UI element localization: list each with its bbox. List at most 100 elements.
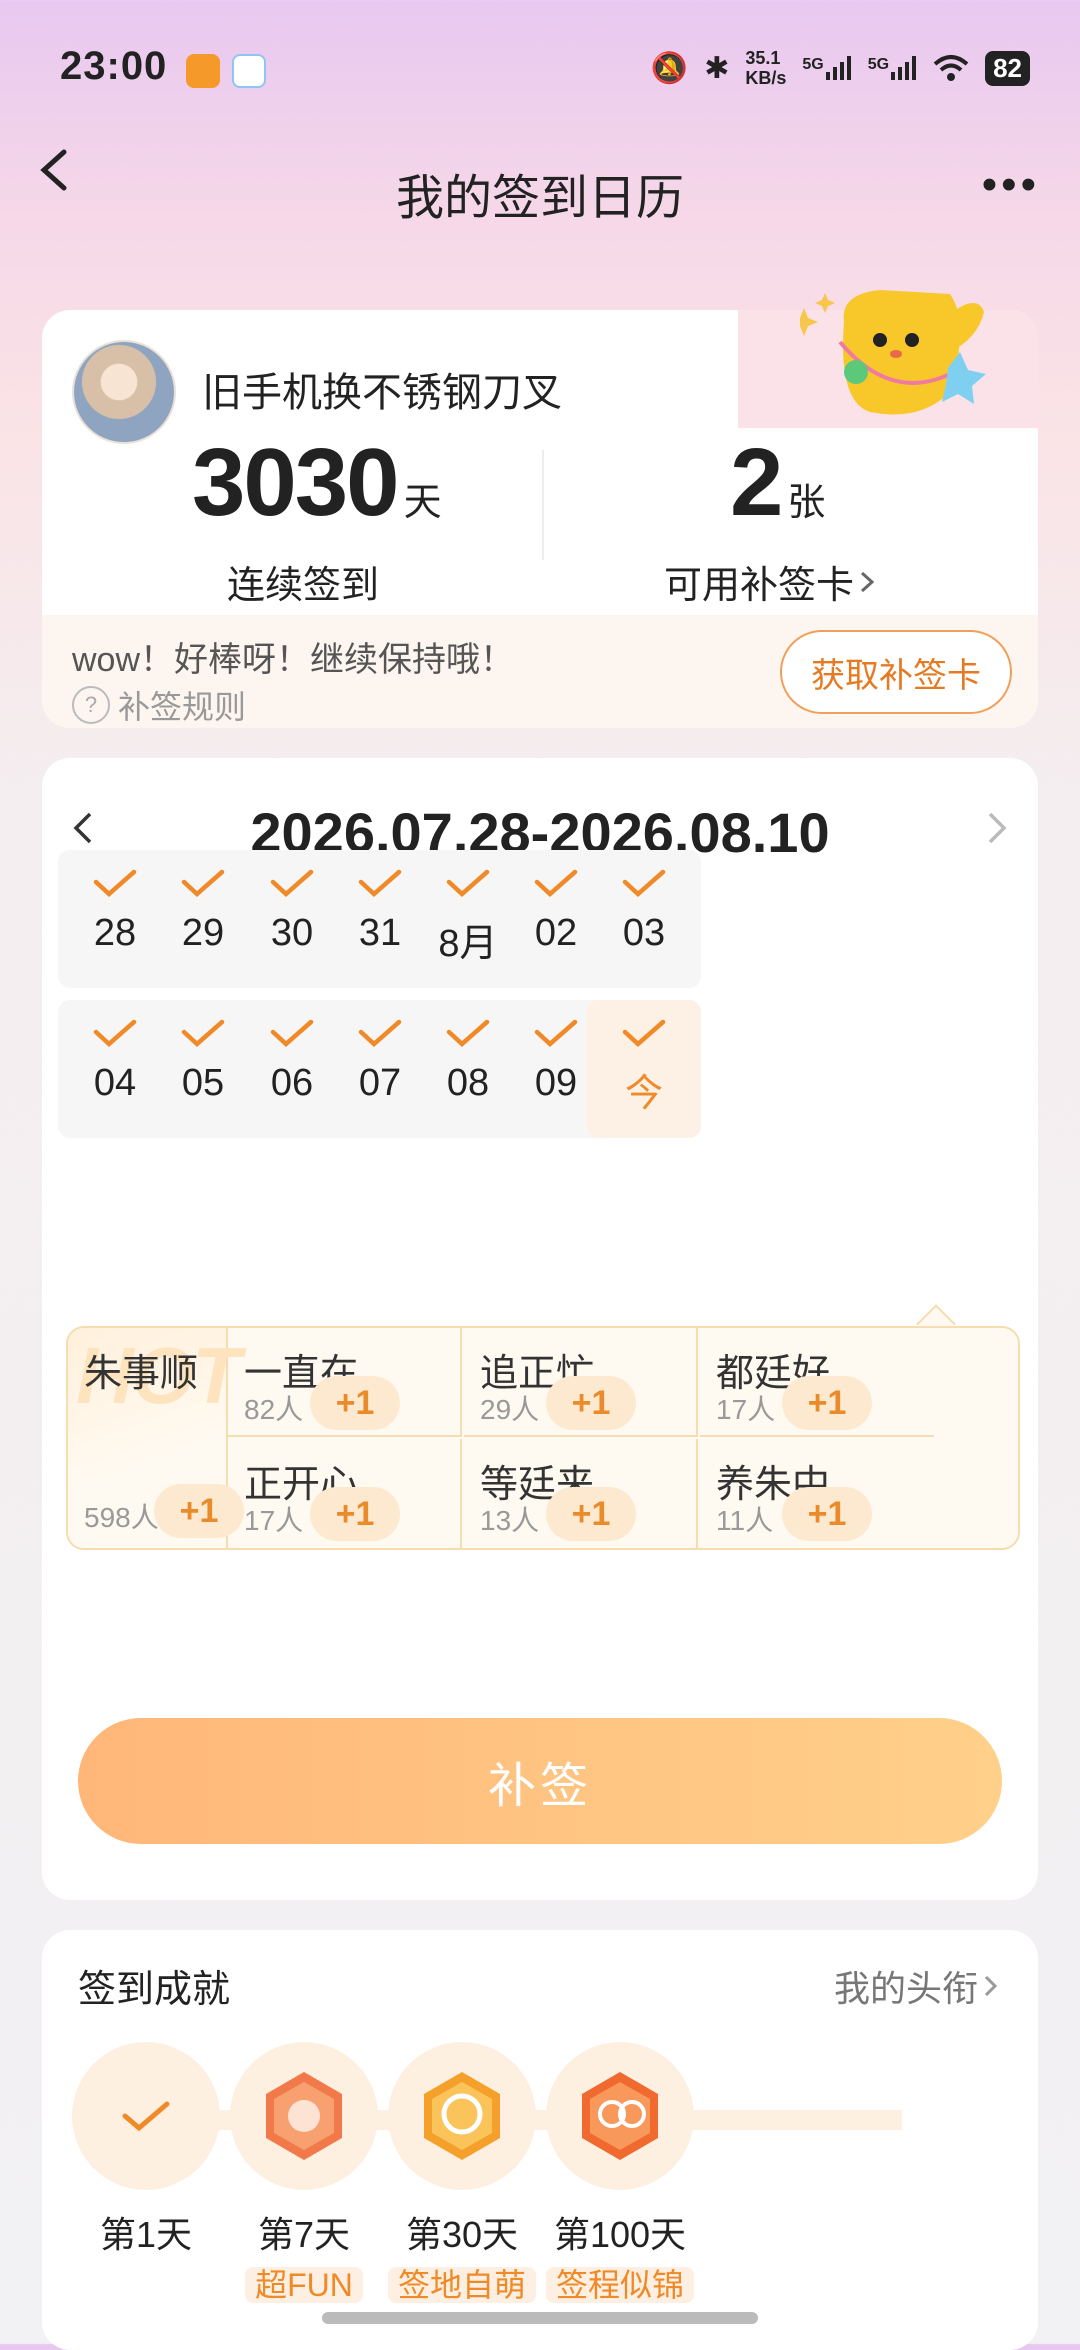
streak-unit: 天	[403, 482, 442, 524]
battery-indicator: 82	[985, 50, 1030, 86]
achievement-tag: 超FUN	[245, 2267, 363, 2303]
hexagon-badge-icon	[582, 2072, 658, 2160]
avatar[interactable]	[72, 340, 176, 444]
calendar-day-label: 03	[622, 912, 666, 954]
next-range-icon[interactable]	[976, 808, 1016, 848]
mute-icon: 🔕	[650, 51, 689, 85]
hot-phrase-cell: 追正忙 29人 +1	[464, 1328, 698, 1437]
calendar-day-label: 09	[534, 1062, 578, 1104]
check-icon	[270, 869, 314, 898]
calendar-day-label: 今	[624, 1073, 663, 1115]
signal-label-1: 5G	[802, 56, 824, 73]
makeup-signin-button[interactable]: 补签	[78, 1718, 1002, 1844]
encouragement-text: wow！好棒呀！继续保持哦！	[72, 641, 515, 679]
rules-label: 补签规则	[118, 689, 247, 725]
question-icon: ?	[72, 686, 110, 724]
check-icon	[534, 869, 578, 898]
mascot-icon	[800, 290, 986, 415]
calendar-day-label: 31	[358, 912, 402, 954]
hot-phrase-cell: 正开心 17人 +1	[228, 1439, 462, 1548]
get-makeup-card-button[interactable]: 获取补签卡	[780, 630, 1012, 714]
calendar-day-label: 07	[358, 1062, 402, 1104]
signal-bars-icon	[825, 56, 851, 80]
cards-value: 2	[730, 429, 783, 536]
check-icon	[270, 1019, 314, 1048]
net-speed-value: 35.1	[745, 48, 781, 68]
check-icon	[446, 1019, 490, 1048]
check-icon	[93, 1019, 137, 1048]
wifi-icon	[933, 55, 969, 81]
hexagon-badge-icon	[424, 2072, 500, 2160]
calendar-day-label: 28	[93, 912, 137, 954]
hot-featured-name: 朱事顺	[84, 1353, 199, 1395]
calendar-day-label: 08	[446, 1062, 490, 1104]
calendar-day-label: 04	[93, 1062, 137, 1104]
hot-signin-grid: HOT 朱事顺 598人 +1 一直在 82人 +1 追正忙 29人 +1 都廷好 17人 +1…	[66, 1326, 1020, 1550]
signal-bars-icon-2	[891, 56, 917, 80]
signal-icon-2: 5G	[868, 56, 917, 80]
achievements-card: 签到成就 我的头衔 第1天 第7天 超FUN 第30天 签地自萌 第100天 签程似锦	[42, 1930, 1038, 2350]
more-options-icon[interactable]: •••	[982, 160, 1040, 210]
calendar-day-label: 8月	[438, 923, 498, 965]
browser-notification-icon	[232, 54, 266, 88]
calendar-day-label: 02	[534, 912, 578, 954]
status-time: 23:00	[60, 44, 168, 88]
achievement-day-label: 第100天	[553, 2214, 687, 2255]
hot-phrase-count: 11人	[716, 1505, 774, 1536]
cards-label: 可用补签卡	[664, 565, 855, 607]
check-icon	[534, 1019, 578, 1048]
hot-phrase-count: 17人	[716, 1394, 776, 1425]
hot-featured-cell: HOT 朱事顺 598人 +1	[68, 1328, 244, 1548]
hot-phrase-count: 17人	[244, 1505, 304, 1536]
app-notification-icon	[186, 54, 220, 88]
makeup-rules-link[interactable]: ? 补签规则	[72, 682, 246, 728]
hot-phrase-count: 29人	[480, 1394, 540, 1425]
hot-phrase-plus-button[interactable]: +1	[310, 1376, 400, 1430]
hot-featured-count: 598人	[84, 1502, 159, 1533]
hot-phrase-plus-button[interactable]: +1	[310, 1487, 400, 1541]
hot-phrase-cell: 等廷来 13人 +1	[464, 1439, 698, 1548]
home-indicator[interactable]	[322, 2312, 758, 2324]
calendar-day-today[interactable]: 今	[587, 1000, 701, 1138]
hot-phrase-cell: 都廷好 17人 +1	[700, 1328, 934, 1437]
bluetooth-icon: ✱	[704, 51, 730, 85]
achievement-badge-day30[interactable]	[388, 2042, 536, 2190]
achievements-title: 签到成就	[78, 1969, 231, 2011]
cards-unit: 张	[787, 482, 826, 524]
my-titles-link[interactable]: 我的头衔	[834, 1960, 1000, 2012]
page-title: 我的签到日历	[395, 172, 684, 225]
calendar-day-label: 30	[270, 912, 314, 954]
check-icon	[622, 1019, 666, 1048]
check-icon	[358, 1019, 402, 1048]
check-icon	[181, 1019, 225, 1048]
hot-phrase-cell: 一直在 82人 +1	[228, 1328, 462, 1437]
check-icon	[622, 869, 666, 898]
user-name: 旧手机换不锈钢刀叉	[202, 371, 562, 415]
net-speed-unit: KB/s	[745, 68, 787, 88]
chevron-right-icon	[984, 1975, 998, 1997]
signal-icon-1: 5G	[802, 56, 851, 80]
hot-phrase-count: 82人	[244, 1394, 304, 1425]
calendar-day-label: 06	[270, 1062, 314, 1104]
hot-phrase-plus-button[interactable]: +1	[546, 1487, 636, 1541]
check-icon	[122, 2101, 170, 2132]
status-icons: 🔕 ✱ 35.1 KB/s 5G 5G 82	[651, 48, 1030, 88]
streak-label: 连续签到	[227, 565, 380, 607]
streak-stat: 3030 天	[192, 428, 442, 538]
achievement-badge-day7[interactable]	[230, 2042, 378, 2190]
achievement-badge-day100[interactable]	[546, 2042, 694, 2190]
signal-label-2: 5G	[867, 56, 890, 73]
my-titles-label: 我的头衔	[833, 1968, 978, 2009]
achievement-badge-day1[interactable]	[72, 2042, 220, 2190]
streak-value: 3030	[192, 429, 400, 536]
calendar-day-label: 29	[181, 912, 225, 954]
hot-phrase-plus-button[interactable]: +1	[546, 1376, 636, 1430]
check-icon	[181, 869, 225, 898]
achievement-tag-wrap: 签程似锦	[520, 2260, 720, 2306]
hot-phrase-plus-button[interactable]: +1	[782, 1376, 872, 1430]
calendar-day[interactable]: 03	[587, 850, 701, 988]
hot-phrase-plus-button[interactable]: +1	[782, 1487, 872, 1541]
hot-phrase-cell: 养朱中 11人 +1	[700, 1439, 934, 1548]
available-cards-link[interactable]: 可用补签卡	[664, 554, 878, 609]
check-icon	[358, 869, 402, 898]
